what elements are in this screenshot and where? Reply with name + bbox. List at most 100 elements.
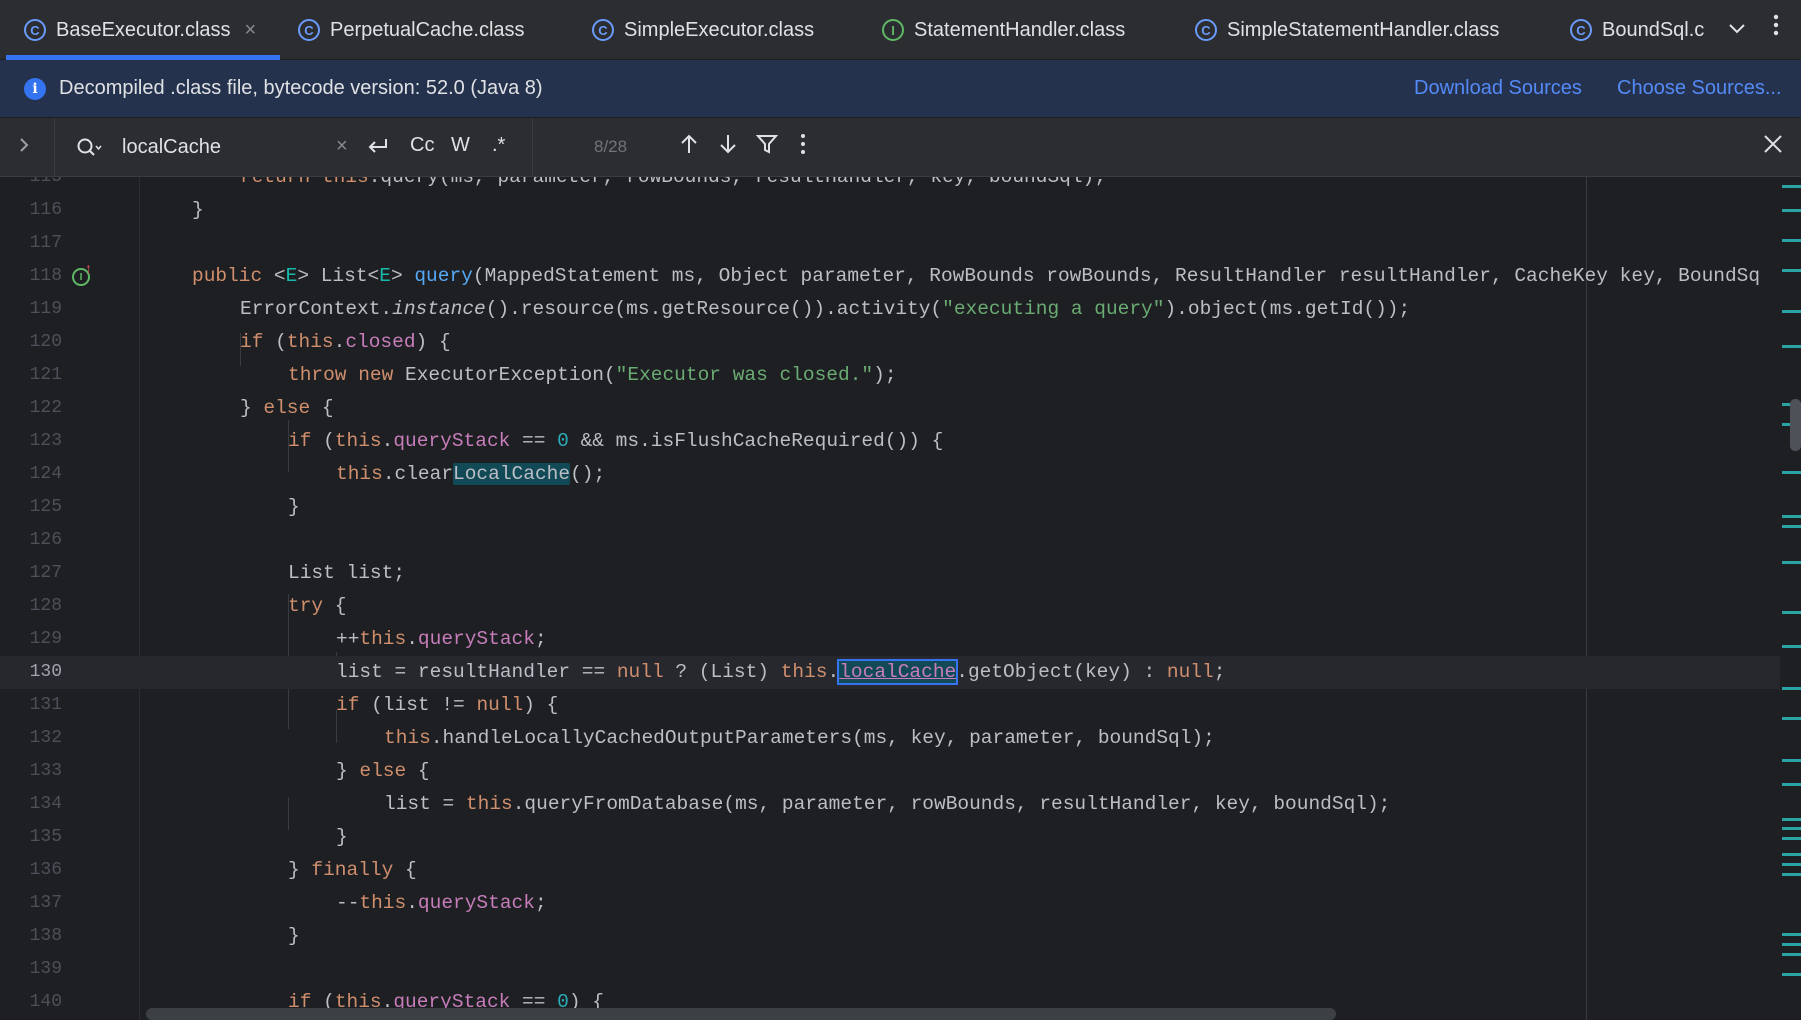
line-number: 122 [29, 398, 62, 418]
download-sources-link[interactable]: Download Sources [1414, 77, 1582, 100]
scroll-match-mark[interactable] [1782, 827, 1801, 830]
find-bar: × Cc W .* 8/28 [0, 118, 1801, 177]
previous-occurrence-icon[interactable] [679, 132, 699, 162]
code-line: 125 } [0, 491, 1780, 524]
line-number: 119 [29, 299, 62, 319]
more-options-icon[interactable] [800, 132, 806, 162]
filter-icon[interactable] [755, 132, 779, 162]
expand-replace-icon[interactable] [18, 134, 30, 162]
scroll-match-mark[interactable] [1782, 943, 1801, 946]
code-line: 123 if (this.queryStack == 0 && ms.isFlu… [0, 425, 1780, 458]
divider [54, 118, 55, 177]
clear-search-icon[interactable]: × [336, 135, 348, 158]
line-number: 138 [29, 926, 62, 946]
tab-simple-statement-handler[interactable]: C SimpleStatementHandler.class [1195, 0, 1525, 60]
scroll-match-mark[interactable] [1782, 873, 1801, 876]
match-count: 8/28 [594, 137, 628, 156]
scroll-match-mark[interactable] [1782, 185, 1801, 188]
match-case-toggle[interactable]: Cc [410, 134, 434, 157]
scroll-match-mark[interactable] [1782, 561, 1801, 564]
scroll-match-mark[interactable] [1782, 345, 1801, 348]
code-text: list = resultHandler == null ? (List) th… [336, 659, 1226, 685]
class-icon: C [24, 19, 46, 41]
tab-bound-sql[interactable]: C BoundSql.c [1570, 0, 1706, 60]
code-text: ++this.queryStack; [336, 628, 547, 650]
vertical-scrollbar-thumb[interactable] [1790, 399, 1801, 451]
code-text: throw new ExecutorException("Executor wa… [288, 364, 897, 386]
chevron-down-icon[interactable] [1724, 16, 1750, 42]
code-text: } [192, 199, 204, 221]
code-line: 129 ++this.queryStack; [0, 623, 1780, 656]
code-line: 137 --this.queryStack; [0, 887, 1780, 920]
code-line: 128 try { [0, 590, 1780, 623]
choose-sources-link[interactable]: Choose Sources... [1617, 77, 1782, 100]
scroll-match-mark[interactable] [1782, 209, 1801, 212]
next-occurrence-icon[interactable] [718, 132, 738, 162]
line-number: 130 [29, 662, 62, 682]
regex-toggle[interactable]: .* [492, 134, 505, 157]
scroll-match-mark[interactable] [1782, 515, 1801, 518]
line-number: 140 [29, 992, 62, 1012]
line-number: 126 [29, 530, 62, 550]
scroll-match-mark[interactable] [1782, 611, 1801, 614]
code-line: 115 return this.query(ms, parameter, row… [0, 177, 1780, 194]
search-input[interactable] [122, 130, 332, 164]
scroll-match-mark[interactable] [1782, 645, 1801, 648]
code-text: if (this.closed) { [240, 331, 451, 353]
new-line-icon[interactable] [366, 134, 390, 164]
scroll-match-mark[interactable] [1782, 933, 1801, 936]
tab-label: StatementHandler.class [914, 18, 1126, 41]
class-icon: C [298, 19, 320, 41]
tab-simple-executor[interactable]: C SimpleExecutor.class [592, 0, 842, 60]
scroll-match-mark[interactable] [1782, 953, 1801, 956]
scroll-match-mark[interactable] [1782, 717, 1801, 720]
line-number: 118 [29, 266, 62, 286]
line-number: 139 [29, 959, 62, 979]
line-number: 115 [29, 177, 62, 187]
tab-statement-handler[interactable]: I StatementHandler.class [882, 0, 1152, 60]
scroll-match-mark[interactable] [1782, 863, 1801, 866]
code-line: 117 [0, 227, 1780, 260]
line-number: 125 [29, 497, 62, 517]
code-line: 138 } [0, 920, 1780, 953]
line-number: 133 [29, 761, 62, 781]
divider [532, 118, 533, 177]
scroll-match-mark[interactable] [1782, 853, 1801, 856]
code-line: 132 this.handleLocallyCachedOutputParame… [0, 722, 1780, 755]
scroll-match-mark[interactable] [1782, 818, 1801, 821]
decompiled-banner: i Decompiled .class file, bytecode versi… [0, 60, 1801, 118]
scroll-match-mark[interactable] [1782, 525, 1801, 528]
whole-words-toggle[interactable]: W [451, 134, 470, 157]
tab-perpetual-cache[interactable]: C PerpetualCache.class [298, 0, 558, 60]
scroll-match-mark[interactable] [1782, 269, 1801, 272]
code-editor[interactable]: 115 return this.query(ms, parameter, row… [0, 177, 1801, 1020]
info-icon: i [24, 78, 46, 100]
scroll-match-mark[interactable] [1782, 837, 1801, 840]
line-number: 121 [29, 365, 62, 385]
code-line: 119 ErrorContext.instance().resource(ms.… [0, 293, 1780, 326]
line-number: 134 [29, 794, 62, 814]
line-number: 131 [29, 695, 62, 715]
horizontal-scrollbar-thumb[interactable] [146, 1008, 1336, 1020]
close-icon[interactable] [1762, 132, 1784, 163]
banner-message: Decompiled .class file, bytecode version… [59, 77, 543, 99]
scroll-match-mark[interactable] [1782, 687, 1801, 690]
class-icon: C [1570, 19, 1592, 41]
scroll-match-mark[interactable] [1782, 973, 1801, 976]
more-options-icon[interactable] [1766, 14, 1786, 44]
tab-base-executor[interactable]: C BaseExecutor.class × [6, 0, 280, 60]
search-icon[interactable] [76, 136, 102, 160]
scroll-match-mark[interactable] [1782, 471, 1801, 474]
line-number: 132 [29, 728, 62, 748]
close-icon[interactable]: × [245, 19, 257, 42]
code-text: } else { [336, 760, 430, 782]
scroll-match-mark[interactable] [1782, 239, 1801, 242]
code-text: } [288, 496, 300, 518]
scroll-match-mark[interactable] [1782, 783, 1801, 786]
code-line: 116 } [0, 194, 1780, 227]
code-text: List list; [288, 562, 406, 584]
scroll-match-mark[interactable] [1782, 310, 1801, 313]
line-number: 135 [29, 827, 62, 847]
scroll-match-mark[interactable] [1782, 759, 1801, 762]
code-line: 131 if (list != null) { [0, 689, 1780, 722]
